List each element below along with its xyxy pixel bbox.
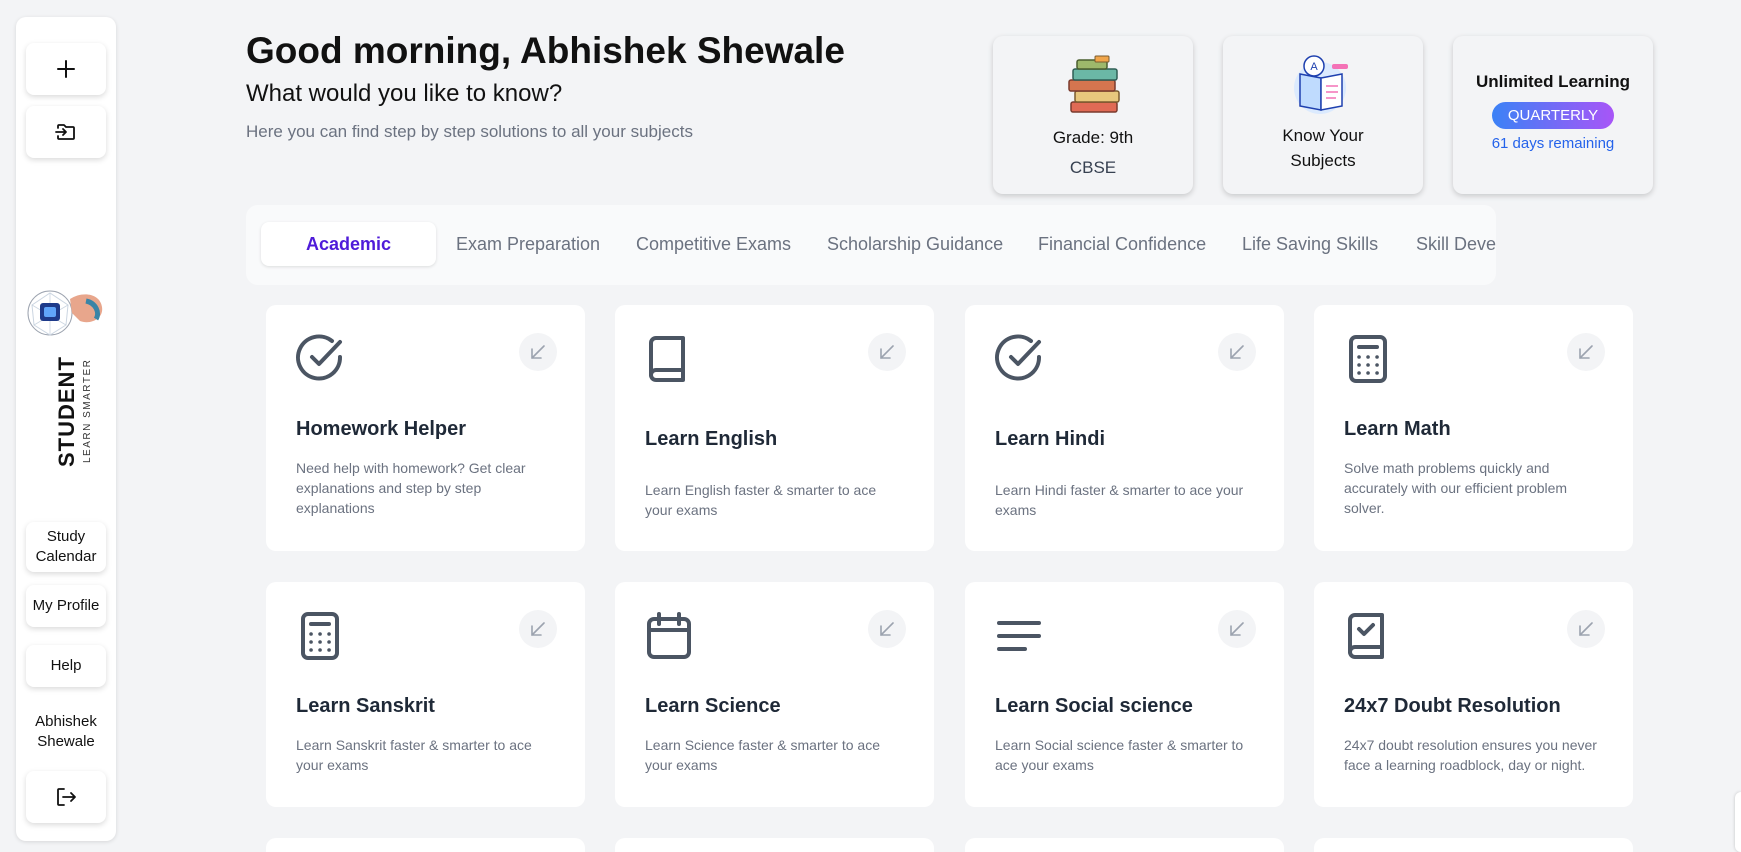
category-tabs: Academic Exam Preparation Competitive Ex… — [246, 205, 1496, 285]
card-title: Homework Helper — [296, 418, 467, 440]
logo-tagline: LEARN SMARTER — [82, 358, 93, 463]
book-icon — [649, 336, 685, 382]
tab-competitive-exams[interactable]: Competitive Exams — [636, 222, 791, 266]
days-remaining: 61 days remaining — [1491, 135, 1615, 152]
text-align-icon — [997, 621, 1041, 651]
card-doubt-resolution[interactable]: 24x7 Doubt Resolution 24x7 doubt resolut… — [1314, 582, 1633, 807]
card-description: Learn Science faster & smarter to ace yo… — [645, 737, 880, 773]
greeting-title: Good morning, Abhishek Shewale — [246, 30, 845, 71]
folder-import-icon — [55, 124, 75, 140]
check-circle-icon — [296, 334, 343, 381]
open-arrow-icon[interactable] — [519, 333, 557, 371]
page-description: Here you can find step by step solutions… — [246, 122, 693, 141]
card-learn-social-science[interactable]: Learn Social science Learn Social scienc… — [965, 582, 1284, 807]
plan-badge[interactable]: QUARTERLY — [1491, 102, 1615, 129]
open-arrow-icon[interactable] — [1567, 610, 1605, 648]
card-learn-english[interactable]: Learn English Learn English faster & sma… — [615, 305, 934, 551]
card-title: Learn Science — [645, 695, 781, 717]
grade-card[interactable]: Grade: 9th CBSE — [993, 36, 1193, 194]
card-partial[interactable] — [615, 838, 934, 852]
card-partial[interactable] — [266, 838, 585, 852]
tab-scholarship-guidance[interactable]: Scholarship Guidance — [827, 222, 1003, 266]
tab-exam-preparation[interactable]: Exam Preparation — [456, 222, 600, 266]
check-circle-icon — [995, 334, 1042, 381]
books-stack-icon — [1068, 55, 1120, 113]
logout-icon — [57, 788, 76, 806]
new-chat-button[interactable] — [26, 43, 106, 95]
help-button[interactable]: Help — [26, 645, 106, 687]
tab-skill-development[interactable]: Skill Deve — [1416, 222, 1496, 266]
sidebar: STUDENT LEARN SMARTER Study Calendar My … — [16, 17, 116, 841]
card-title: Learn Social science — [995, 695, 1193, 717]
scroll-handle[interactable] — [1735, 792, 1741, 852]
card-partial[interactable] — [965, 838, 1284, 852]
card-description: 24x7 doubt resolution ensures you never … — [1344, 737, 1597, 773]
import-button[interactable] — [26, 106, 106, 158]
grade-label: Grade: 9th — [1052, 128, 1134, 147]
logout-button[interactable] — [26, 771, 106, 823]
open-arrow-icon[interactable] — [1218, 610, 1256, 648]
card-description: Learn Sanskrit faster & smarter to ace y… — [296, 737, 532, 773]
card-homework-helper[interactable]: Homework Helper Need help with homework?… — [266, 305, 585, 551]
card-learn-science[interactable]: Learn Science Learn Science faster & sma… — [615, 582, 934, 807]
open-arrow-icon[interactable] — [1567, 333, 1605, 371]
calendar-icon — [647, 612, 691, 659]
card-title: Learn Sanskrit — [296, 695, 435, 717]
card-description: Solve math problems quickly and accurate… — [1344, 460, 1568, 516]
plan-title: Unlimited Learning — [1476, 72, 1630, 91]
study-calendar-button[interactable]: Study Calendar — [26, 522, 106, 572]
open-arrow-icon[interactable] — [519, 610, 557, 648]
my-profile-button[interactable]: My Profile — [26, 585, 106, 627]
user-name[interactable]: Abhishek Shewale — [26, 707, 106, 757]
tab-academic[interactable]: Academic — [261, 222, 436, 266]
tab-life-saving-skills[interactable]: Life Saving Skills — [1242, 222, 1378, 266]
board-label: CBSE — [1069, 158, 1117, 177]
tab-financial-confidence[interactable]: Financial Confidence — [1038, 222, 1206, 266]
page-subtitle: What would you like to know? — [246, 80, 563, 107]
student-logo: STUDENT LEARN SMARTER — [26, 267, 106, 467]
svg-text:A: A — [1310, 61, 1318, 73]
card-title: Learn Hindi — [995, 428, 1106, 450]
card-learn-sanskrit[interactable]: Learn Sanskrit Learn Sanskrit faster & s… — [266, 582, 585, 807]
calculator-icon — [301, 612, 339, 660]
know-subjects-line2: Subjects — [1290, 151, 1356, 170]
open-arrow-icon[interactable] — [868, 610, 906, 648]
card-learn-math[interactable]: Learn Math Solve math problems quickly a… — [1314, 305, 1633, 551]
calculator-icon — [1349, 335, 1387, 383]
card-title: 24x7 Doubt Resolution — [1344, 695, 1561, 717]
card-title: Learn Math — [1344, 418, 1451, 440]
card-partial[interactable] — [1314, 838, 1633, 852]
card-learn-hindi[interactable]: Learn Hindi Learn Hindi faster & smarter… — [965, 305, 1284, 551]
plus-icon — [57, 60, 75, 78]
card-description: Learn English faster & smarter to ace yo… — [645, 482, 877, 518]
open-arrow-icon[interactable] — [1218, 333, 1256, 371]
book-check-icon — [1348, 613, 1384, 659]
card-title: Learn English — [645, 428, 778, 450]
card-description: Need help with homework? Get clear expla… — [296, 460, 526, 516]
logo-title: STUDENT — [54, 356, 79, 467]
open-book-icon: A — [1294, 55, 1348, 114]
open-arrow-icon[interactable] — [868, 333, 906, 371]
know-subjects-line1: Know Your — [1282, 126, 1364, 145]
card-description: Learn Hindi faster & smarter to ace your… — [995, 482, 1244, 518]
card-description: Learn Social science faster & smarter to… — [995, 737, 1244, 773]
globe-hand-icon — [27, 290, 103, 336]
plan-card: Unlimited Learning QUARTERLY 61 days rem… — [1453, 36, 1653, 194]
know-subjects-card[interactable]: A Know Your Subjects — [1223, 36, 1423, 194]
